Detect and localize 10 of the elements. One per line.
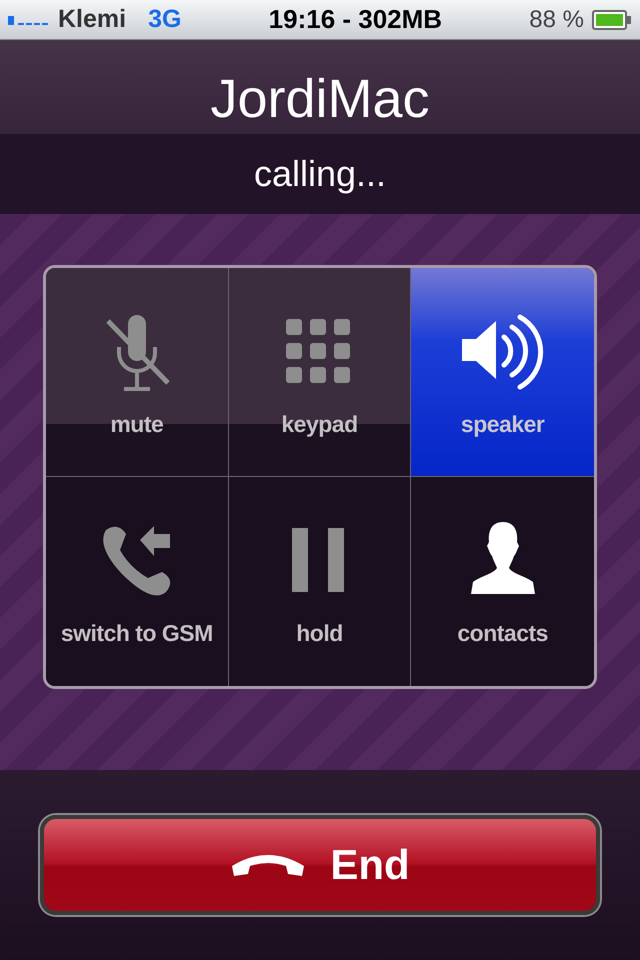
battery-icon (592, 10, 632, 30)
end-call-button[interactable]: End (40, 815, 600, 915)
status-time: 19:16 - 302MB (268, 4, 444, 35)
network-type: 3G (148, 5, 182, 34)
call-status: calling... (254, 153, 386, 195)
speaker-button[interactable]: speaker (411, 268, 594, 477)
caller-name: JordiMac (210, 68, 430, 131)
carrier-name: Klemi (58, 5, 126, 34)
battery-percent: 88 % (529, 6, 584, 34)
signal-icon (8, 14, 50, 26)
